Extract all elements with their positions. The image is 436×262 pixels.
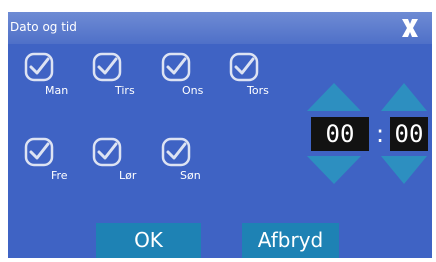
date-time-dialog: Dato og tid Man Tirs Ons Tors Fre Lør Sø… — [8, 12, 432, 258]
day-label-monday: Man — [45, 84, 69, 97]
checkmark-icon — [161, 137, 191, 167]
arrow-down-icon — [307, 156, 361, 184]
minute-up-button[interactable] — [381, 83, 427, 115]
checkbox-tuesday[interactable] — [92, 52, 122, 82]
hour-up-button[interactable] — [307, 83, 361, 115]
checkbox-monday[interactable] — [24, 52, 54, 82]
checkmark-icon — [92, 137, 122, 167]
day-sunday: Søn — [161, 137, 221, 197]
checkbox-saturday[interactable] — [92, 137, 122, 167]
time-separator: : — [375, 120, 385, 148]
day-tuesday: Tirs — [92, 52, 152, 112]
checkbox-friday[interactable] — [24, 137, 54, 167]
checkbox-sunday[interactable] — [161, 137, 191, 167]
close-button[interactable] — [396, 14, 424, 42]
day-label-sunday: Søn — [180, 169, 201, 182]
checkmark-icon — [229, 52, 259, 82]
close-icon — [402, 19, 418, 37]
day-label-friday: Fre — [51, 169, 68, 182]
minute-display[interactable]: 00 — [390, 117, 428, 151]
cancel-button[interactable]: Afbryd — [242, 223, 339, 258]
checkmark-icon — [161, 52, 191, 82]
day-label-saturday: Lør — [119, 169, 137, 182]
day-thursday: Tors — [229, 52, 289, 112]
checkmark-icon — [92, 52, 122, 82]
arrow-up-icon — [381, 83, 427, 111]
day-wednesday: Ons — [161, 52, 221, 112]
minute-down-button[interactable] — [381, 156, 427, 188]
arrow-down-icon — [381, 156, 427, 184]
title-bar: Dato og tid — [8, 12, 432, 44]
checkbox-wednesday[interactable] — [161, 52, 191, 82]
arrow-up-icon — [307, 83, 361, 111]
day-label-thursday: Tors — [247, 84, 269, 97]
day-saturday: Lør — [92, 137, 152, 197]
day-friday: Fre — [24, 137, 84, 197]
day-label-wednesday: Ons — [182, 84, 204, 97]
day-label-tuesday: Tirs — [115, 84, 135, 97]
checkbox-thursday[interactable] — [229, 52, 259, 82]
checkmark-icon — [24, 137, 54, 167]
dialog-title: Dato og tid — [10, 20, 77, 34]
checkmark-icon — [24, 52, 54, 82]
hour-display[interactable]: 00 — [311, 117, 369, 151]
hour-down-button[interactable] — [307, 156, 361, 188]
ok-button[interactable]: OK — [96, 223, 201, 258]
day-monday: Man — [24, 52, 84, 112]
